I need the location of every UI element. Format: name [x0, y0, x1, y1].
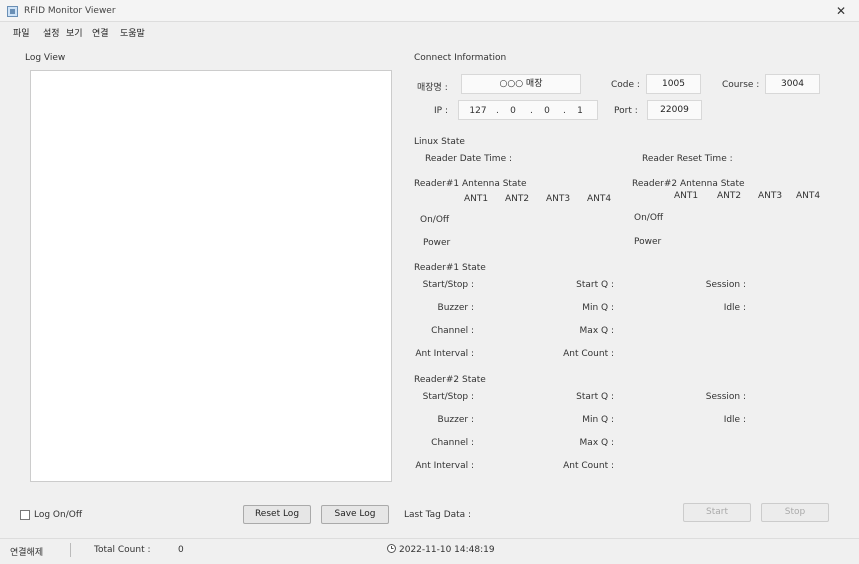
code-label: Code :	[611, 80, 640, 90]
menu-item-file[interactable]: 파일	[13, 26, 30, 39]
reader1-buzzer-label: Buzzer :	[437, 303, 474, 313]
total-count-label: Total Count :	[94, 545, 151, 555]
antenna2-title: Reader#2 Antenna State	[632, 179, 745, 189]
reader-date-time-label: Reader Date Time :	[425, 154, 513, 164]
total-count-value: 0	[178, 545, 184, 555]
log-onoff-checkbox[interactable]	[20, 510, 30, 520]
reader2-min-q-label: Min Q :	[582, 415, 614, 425]
antenna2-power-label: Power	[634, 237, 662, 247]
log-view-textarea[interactable]	[30, 70, 392, 482]
antenna2-ant3: ANT3	[758, 191, 783, 201]
connection-status: 연결해제	[10, 548, 44, 558]
antenna2-ant1: ANT1	[674, 191, 699, 201]
reader1-session-label: Session :	[705, 280, 746, 290]
code-field[interactable]: 1005	[646, 74, 701, 94]
antenna1-power-label: Power	[423, 238, 451, 248]
ip-dot: .	[563, 106, 566, 116]
antenna1-ant3: ANT3	[546, 194, 571, 204]
antenna2-ant4: ANT4	[796, 191, 821, 201]
antenna1-onoff-label: On/Off	[420, 215, 450, 225]
site-field[interactable]: ○○○ 매장	[461, 74, 581, 94]
course-label: Course :	[722, 80, 760, 90]
antenna1-ant4: ANT4	[587, 194, 612, 204]
connect-info-title: Connect Information	[414, 53, 507, 63]
ip-octet-2: 0	[510, 106, 516, 116]
reader1-start-stop-label: Start/Stop :	[422, 280, 474, 290]
reader2-ant-interval-label: Ant Interval :	[415, 461, 474, 471]
port-field[interactable]: 22009	[647, 100, 702, 120]
antenna2-onoff-label: On/Off	[634, 213, 664, 223]
status-datetime: 2022-11-10 14:48:19	[399, 545, 495, 555]
ip-octet-1: 127	[469, 106, 487, 116]
site-label: 매장명 :	[417, 83, 448, 93]
reader2-idle-label: Idle :	[723, 415, 746, 425]
menu-item-settings[interactable]: 설정	[43, 26, 60, 39]
reader1-ant-count-label: Ant Count :	[563, 349, 614, 359]
ip-dot: .	[496, 106, 499, 116]
reader1-start-q-label: Start Q :	[576, 280, 614, 290]
reader1-min-q-label: Min Q :	[582, 303, 614, 313]
reader2-start-stop-label: Start/Stop :	[422, 392, 474, 402]
antenna1-ant1: ANT1	[464, 194, 489, 204]
menu-item-view[interactable]: 보기	[66, 26, 83, 39]
port-label: Port :	[614, 106, 638, 116]
reader2-state-title: Reader#2 State	[414, 375, 486, 385]
antenna1-ant2: ANT2	[505, 194, 530, 204]
ip-label: IP :	[434, 106, 448, 116]
ip-octet-4: 1	[577, 106, 583, 116]
reader1-channel-label: Channel :	[431, 326, 474, 336]
save-log-button[interactable]: Save Log	[321, 505, 389, 524]
reader1-state-title: Reader#1 State	[414, 263, 486, 273]
status-separator	[70, 543, 71, 557]
linux-state-title: Linux State	[414, 137, 465, 147]
reader2-buzzer-label: Buzzer :	[437, 415, 474, 425]
reader2-start-q-label: Start Q :	[576, 392, 614, 402]
app-icon	[7, 6, 18, 17]
reader1-ant-interval-label: Ant Interval :	[415, 349, 474, 359]
ip-octet-3: 0	[544, 106, 550, 116]
antenna1-title: Reader#1 Antenna State	[414, 179, 527, 189]
log-view-title: Log View	[25, 53, 66, 63]
reader1-idle-label: Idle :	[723, 303, 746, 313]
reader2-ant-count-label: Ant Count :	[563, 461, 614, 471]
title-bar	[0, 0, 859, 22]
reader2-channel-label: Channel :	[431, 438, 474, 448]
antenna2-ant2: ANT2	[717, 191, 742, 201]
stop-button[interactable]: Stop	[761, 503, 829, 522]
menu-item-connect[interactable]: 연결	[92, 26, 109, 39]
last-tag-data-label: Last Tag Data :	[404, 510, 472, 520]
close-button[interactable]: ✕	[830, 3, 852, 19]
menu-item-help[interactable]: 도움말	[120, 26, 145, 39]
reader-reset-time-label: Reader Reset Time :	[642, 154, 733, 164]
reset-log-button[interactable]: Reset Log	[243, 505, 311, 524]
reader2-session-label: Session :	[705, 392, 746, 402]
reader2-max-q-label: Max Q :	[579, 438, 614, 448]
reader1-max-q-label: Max Q :	[579, 326, 614, 336]
log-onoff-label: Log On/Off	[34, 510, 83, 520]
ip-dot: .	[530, 106, 533, 116]
clock-icon	[387, 544, 396, 553]
start-button[interactable]: Start	[683, 503, 751, 522]
window-title: RFID Monitor Viewer	[24, 6, 116, 16]
course-field[interactable]: 3004	[765, 74, 820, 94]
